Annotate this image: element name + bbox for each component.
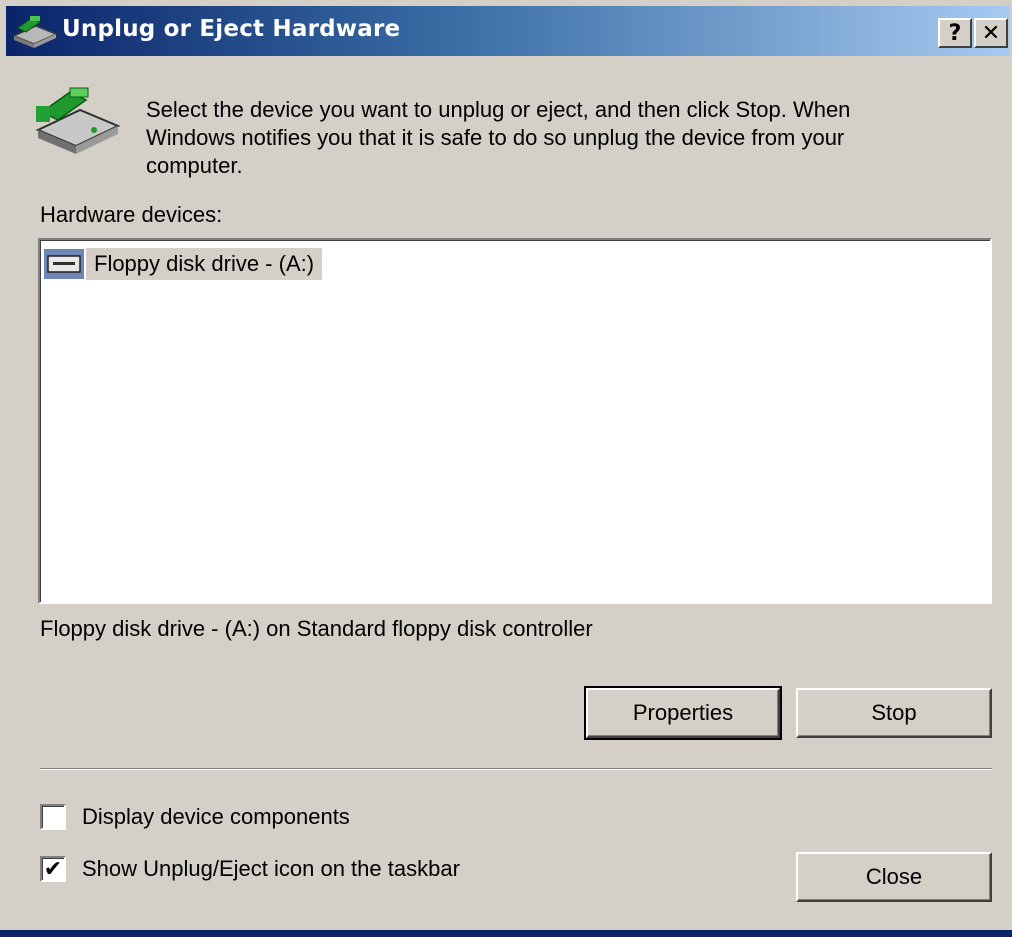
unplug-hardware-icon (10, 14, 60, 50)
device-description: Floppy disk drive - (A:) on Standard flo… (40, 616, 593, 641)
floppy-drive-icon (44, 249, 84, 279)
properties-button[interactable]: Properties (584, 686, 782, 740)
show-icon-option[interactable]: ✔ Show Unplug/Eject icon on the taskbar (40, 856, 460, 882)
list-item-label: Floppy disk drive - (A:) (86, 248, 323, 280)
stop-button[interactable]: Stop (796, 688, 992, 738)
display-components-label[interactable]: Display device components (82, 804, 350, 830)
hardware-devices-list[interactable]: Floppy disk drive - (A:) (38, 238, 992, 604)
display-components-option[interactable]: Display device components (40, 804, 350, 830)
close-window-button[interactable]: ✕ (974, 18, 1008, 48)
list-item[interactable]: Floppy disk drive - (A:) (44, 248, 323, 280)
unplug-hardware-large-icon (34, 86, 121, 156)
dialog-window: Unplug or Eject Hardware ? ✕ Select the … (0, 0, 1012, 937)
display-components-checkbox[interactable] (40, 804, 66, 830)
window-title: Unplug or Eject Hardware (62, 16, 401, 42)
instructions-text: Select the device you want to unplug or … (146, 97, 851, 178)
title-bar[interactable]: Unplug or Eject Hardware ? ✕ (6, 6, 1010, 56)
help-button[interactable]: ? (938, 18, 972, 48)
show-icon-checkbox[interactable]: ✔ (40, 856, 66, 882)
hardware-devices-label: Hardware devices: (40, 202, 223, 227)
separator (40, 768, 992, 770)
close-button[interactable]: Close (796, 852, 992, 902)
show-icon-label[interactable]: Show Unplug/Eject icon on the taskbar (82, 856, 460, 882)
window-bottom-edge (0, 930, 1012, 937)
